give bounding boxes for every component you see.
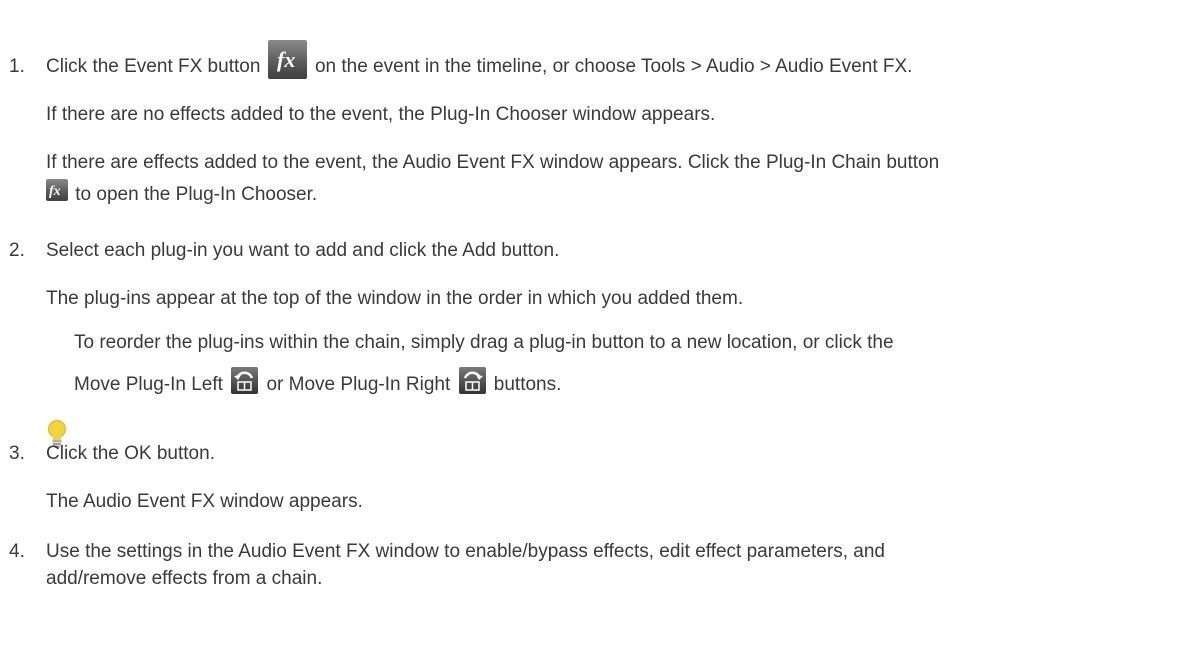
step-1-no-effects-para: If there are no effects added to the eve… bbox=[46, 104, 716, 125]
step-2-para: The plug-ins appear at the top of the wi… bbox=[46, 288, 744, 309]
step-number-3: 3. bbox=[9, 443, 25, 464]
svg-text:fx: fx bbox=[277, 47, 295, 72]
step-3-text: Click the OK button. bbox=[46, 443, 215, 464]
step-4-text-line2: add/remove effects from a chain. bbox=[46, 568, 323, 589]
event-fx-button-icon[interactable]: fx bbox=[267, 40, 307, 80]
step-1-text: Click the Event FX button fx on the even… bbox=[46, 40, 913, 80]
move-plugin-right-icon[interactable] bbox=[458, 367, 486, 395]
step-number-4: 4. bbox=[9, 541, 25, 562]
step-1-text-before: Click the Event FX button bbox=[46, 56, 261, 77]
plugin-chain-button-icon[interactable]: fx bbox=[46, 178, 68, 201]
tip-move-left-text: Move Plug-In Left bbox=[74, 374, 223, 395]
tip-line-1: To reorder the plug-ins within the chain… bbox=[74, 332, 894, 353]
step-1-effects-para-line1: If there are effects added to the event,… bbox=[46, 152, 940, 173]
step-number-2: 2. bbox=[9, 240, 25, 261]
step-number-1: 1. bbox=[9, 56, 25, 77]
step-4-text-line1: Use the settings in the Audio Event FX w… bbox=[46, 541, 885, 562]
step-1-effects-para-line2: fx to open the Plug-In Chooser. bbox=[46, 178, 318, 208]
move-plugin-left-icon[interactable] bbox=[231, 367, 259, 395]
svg-text:fx: fx bbox=[49, 184, 61, 199]
step-1-effects-para-line2-text: to open the Plug-In Chooser. bbox=[75, 184, 318, 205]
tip-buttons-text: buttons. bbox=[493, 374, 562, 395]
step-2-text: Select each plug-in you want to add and … bbox=[46, 240, 560, 261]
tip-or-text: or Move Plug-In Right bbox=[266, 374, 451, 395]
step-3-para: The Audio Event FX window appears. bbox=[46, 491, 363, 512]
tip-line-2: Move Plug-In Left or Move Plug-In Right … bbox=[74, 367, 562, 398]
step-1-text-after: on the event in the timeline, or choose … bbox=[314, 56, 913, 77]
